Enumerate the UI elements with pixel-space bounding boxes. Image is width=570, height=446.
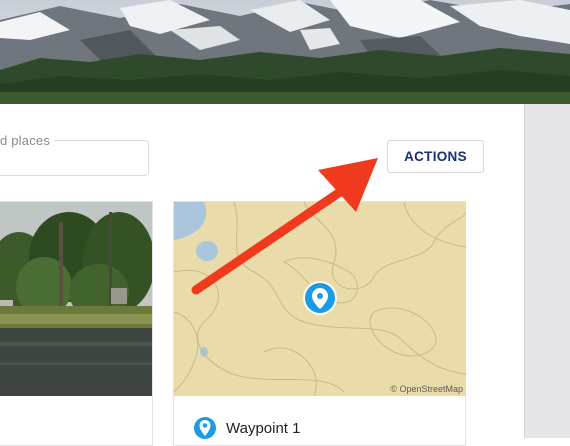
- lake-forest-photo: [0, 202, 152, 396]
- map-view[interactable]: © OpenStreetMap: [174, 202, 466, 396]
- actions-button-label: ACTIONS: [404, 149, 467, 164]
- place-card-photo[interactable]: [0, 201, 153, 446]
- map-pin-icon: [194, 416, 216, 440]
- hero-image: [0, 0, 570, 104]
- place-card-map[interactable]: © OpenStreetMap Waypoint 1: [173, 201, 466, 446]
- waypoint-row[interactable]: Waypoint 1: [194, 416, 300, 440]
- side-panel: [524, 104, 570, 438]
- actions-button[interactable]: ACTIONS: [387, 140, 484, 173]
- waypoint-label: Waypoint 1: [226, 419, 301, 437]
- map-attribution[interactable]: © OpenStreetMap: [390, 384, 463, 394]
- search-label: d places: [0, 133, 55, 148]
